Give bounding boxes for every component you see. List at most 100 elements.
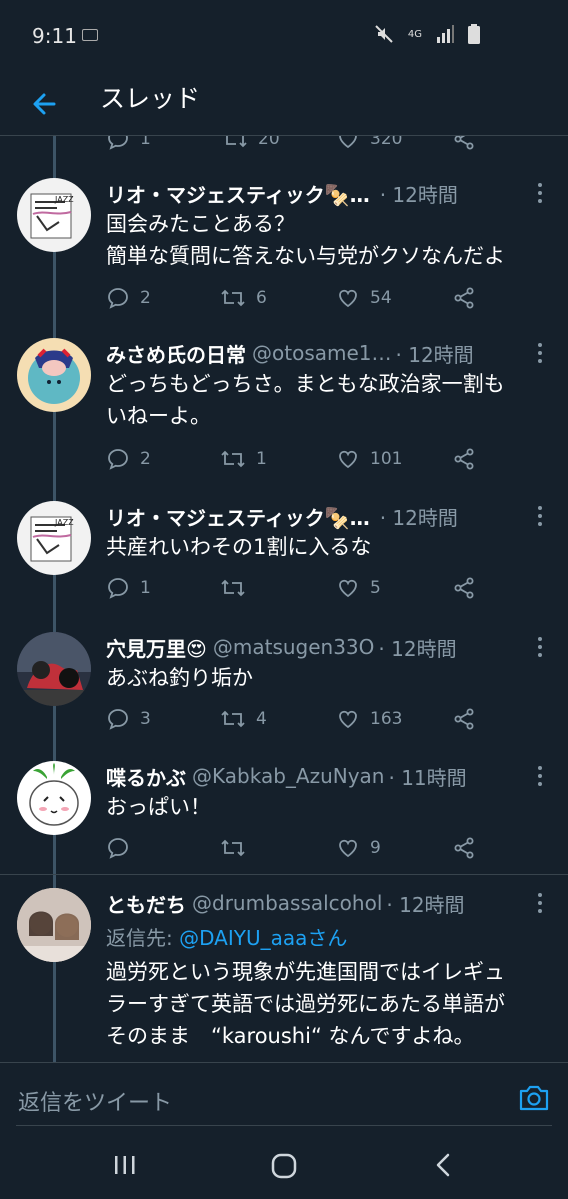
display-name[interactable]: 喋るかぶ xyxy=(106,762,186,791)
recent-apps-icon[interactable] xyxy=(112,1152,138,1178)
more-options-icon[interactable] xyxy=(534,763,546,789)
reply-icon xyxy=(108,709,128,730)
tweet-header: リオ・マジェスティック🍢… · 12時間 xyxy=(106,501,528,531)
share-button[interactable] xyxy=(452,444,476,474)
like-count: 5 xyxy=(370,578,381,598)
tweet-text: 国会みたことある？ 簡単な質問に答えない与党がクソなんだよ xyxy=(106,208,554,272)
retweet-button[interactable]: 6 xyxy=(220,283,267,313)
reply-button[interactable]: 2 xyxy=(106,283,151,313)
reply-icon xyxy=(108,449,128,470)
share-button[interactable] xyxy=(452,833,476,863)
tweet-text-line: おっぱい！ xyxy=(106,795,211,819)
avatar-image xyxy=(17,888,91,962)
share-icon xyxy=(454,287,474,309)
retweet-icon xyxy=(221,450,245,468)
tweet-text: 過労死という現象が先進国間ではイレギュ ラーすぎて英語では過労死にあたる単語が … xyxy=(106,956,554,1052)
page-title: スレッド xyxy=(100,84,201,113)
tweet-header: 喋るかぶ @Kabkab_AzuNyan · 11時間 xyxy=(106,761,528,791)
avatar[interactable]: JAZZ xyxy=(17,501,91,575)
avatar[interactable] xyxy=(17,888,91,962)
reply-button[interactable]: 1 xyxy=(106,573,151,603)
display-name[interactable]: リオ・マジェスティック🍢… xyxy=(106,179,370,208)
like-button[interactable]: 54 xyxy=(336,283,392,313)
display-name[interactable]: みさめ氏の日常 xyxy=(106,339,246,368)
share-button[interactable] xyxy=(452,136,476,154)
display-name[interactable]: リオ・マジェスティック🍢… xyxy=(106,502,370,531)
user-handle[interactable]: @otosame1… xyxy=(252,341,392,365)
tweet-time[interactable]: · 12時間 xyxy=(396,339,474,368)
avatar[interactable] xyxy=(17,338,91,412)
share-button[interactable] xyxy=(452,283,476,313)
share-icon xyxy=(454,708,474,730)
retweet-button[interactable]: 20 xyxy=(222,136,280,154)
replying-to-label: 返信先: xyxy=(106,926,180,950)
tweet-text-line: あぶね釣り垢か xyxy=(106,666,253,690)
reply-composer[interactable]: 返信をツイート xyxy=(0,1062,568,1136)
avatar[interactable]: JAZZ xyxy=(17,178,91,252)
share-button[interactable] xyxy=(452,704,476,734)
user-handle[interactable]: @Kabkab_AzuNyan xyxy=(192,764,384,788)
avatar-image xyxy=(28,348,80,404)
thread-feed[interactable]: 1 20 320 JAZZ リオ・マジェスティック🍢… · 12時間 国会みたこ… xyxy=(0,136,568,1062)
more-options-icon[interactable] xyxy=(534,340,546,366)
retweet-button[interactable]: 4 xyxy=(220,704,267,734)
like-button[interactable]: 101 xyxy=(336,444,402,474)
user-handle[interactable]: @drumbassalcohol xyxy=(192,891,382,915)
retweet-button[interactable] xyxy=(220,833,256,863)
camera-icon[interactable] xyxy=(518,1083,550,1113)
display-name[interactable]: ともだち xyxy=(106,889,186,918)
tweet-time[interactable]: · 12時間 xyxy=(380,179,458,208)
retweet-button[interactable] xyxy=(220,573,256,603)
share-icon xyxy=(454,136,474,150)
avatar-image xyxy=(17,632,91,706)
user-handle[interactable]: @matsugen33O xyxy=(213,635,375,659)
reply-button[interactable]: 1 xyxy=(106,136,151,154)
more-options-icon[interactable] xyxy=(534,503,546,529)
reply-icon xyxy=(108,838,128,859)
share-icon xyxy=(454,448,474,470)
more-options-icon[interactable] xyxy=(534,180,546,206)
like-button[interactable]: 9 xyxy=(336,833,381,863)
tweet-time[interactable]: · 11時間 xyxy=(388,762,466,791)
retweet-button[interactable]: 1 xyxy=(220,444,267,474)
reply-button[interactable]: 2 xyxy=(106,444,151,474)
more-options-icon[interactable] xyxy=(534,634,546,660)
retweet-count: 20 xyxy=(258,136,280,149)
heart-icon xyxy=(339,579,357,598)
display-name[interactable]: 穴見万里😍 xyxy=(106,633,207,662)
like-button[interactable]: 163 xyxy=(336,704,402,734)
reply-button[interactable] xyxy=(106,833,140,863)
svg-text:JAZZ: JAZZ xyxy=(54,518,74,527)
tweet-time[interactable]: · 12時間 xyxy=(380,502,458,531)
like-button[interactable]: 320 xyxy=(336,136,402,154)
reply-icon xyxy=(108,136,128,150)
retweet-count: 4 xyxy=(256,709,267,729)
signal-icon xyxy=(437,25,454,43)
reply-input[interactable]: 返信をツイート xyxy=(18,1085,172,1117)
tweet-header: リオ・マジェスティック🍢… · 12時間 xyxy=(106,178,528,208)
avatar-image: JAZZ xyxy=(30,193,74,239)
reply-button[interactable]: 3 xyxy=(106,704,151,734)
tweet-actions: 9 xyxy=(106,833,478,863)
share-button[interactable] xyxy=(452,573,476,603)
tweet-time[interactable]: · 12時間 xyxy=(386,889,464,918)
share-icon xyxy=(454,577,474,599)
reply-count: 3 xyxy=(140,709,151,729)
like-button[interactable]: 5 xyxy=(336,573,381,603)
app-header: スレッド xyxy=(0,72,568,136)
avatar[interactable] xyxy=(17,761,91,835)
heart-icon xyxy=(339,136,357,149)
heart-icon xyxy=(339,710,357,729)
tweet-divider xyxy=(0,874,568,875)
more-options-icon[interactable] xyxy=(534,890,546,916)
back-arrow-icon[interactable] xyxy=(24,84,64,124)
system-back-icon[interactable] xyxy=(432,1152,456,1178)
notification-icon xyxy=(82,29,98,41)
status-icons: 4G xyxy=(374,24,480,44)
tweet-time[interactable]: · 12時間 xyxy=(378,633,456,662)
mention-link[interactable]: @DAIYU_aaaさん xyxy=(179,926,347,950)
home-icon[interactable] xyxy=(270,1152,298,1180)
tweet-text: あぶね釣り垢か xyxy=(106,662,554,694)
tweet-text: おっぱい！ xyxy=(106,791,554,823)
avatar[interactable] xyxy=(17,632,91,706)
